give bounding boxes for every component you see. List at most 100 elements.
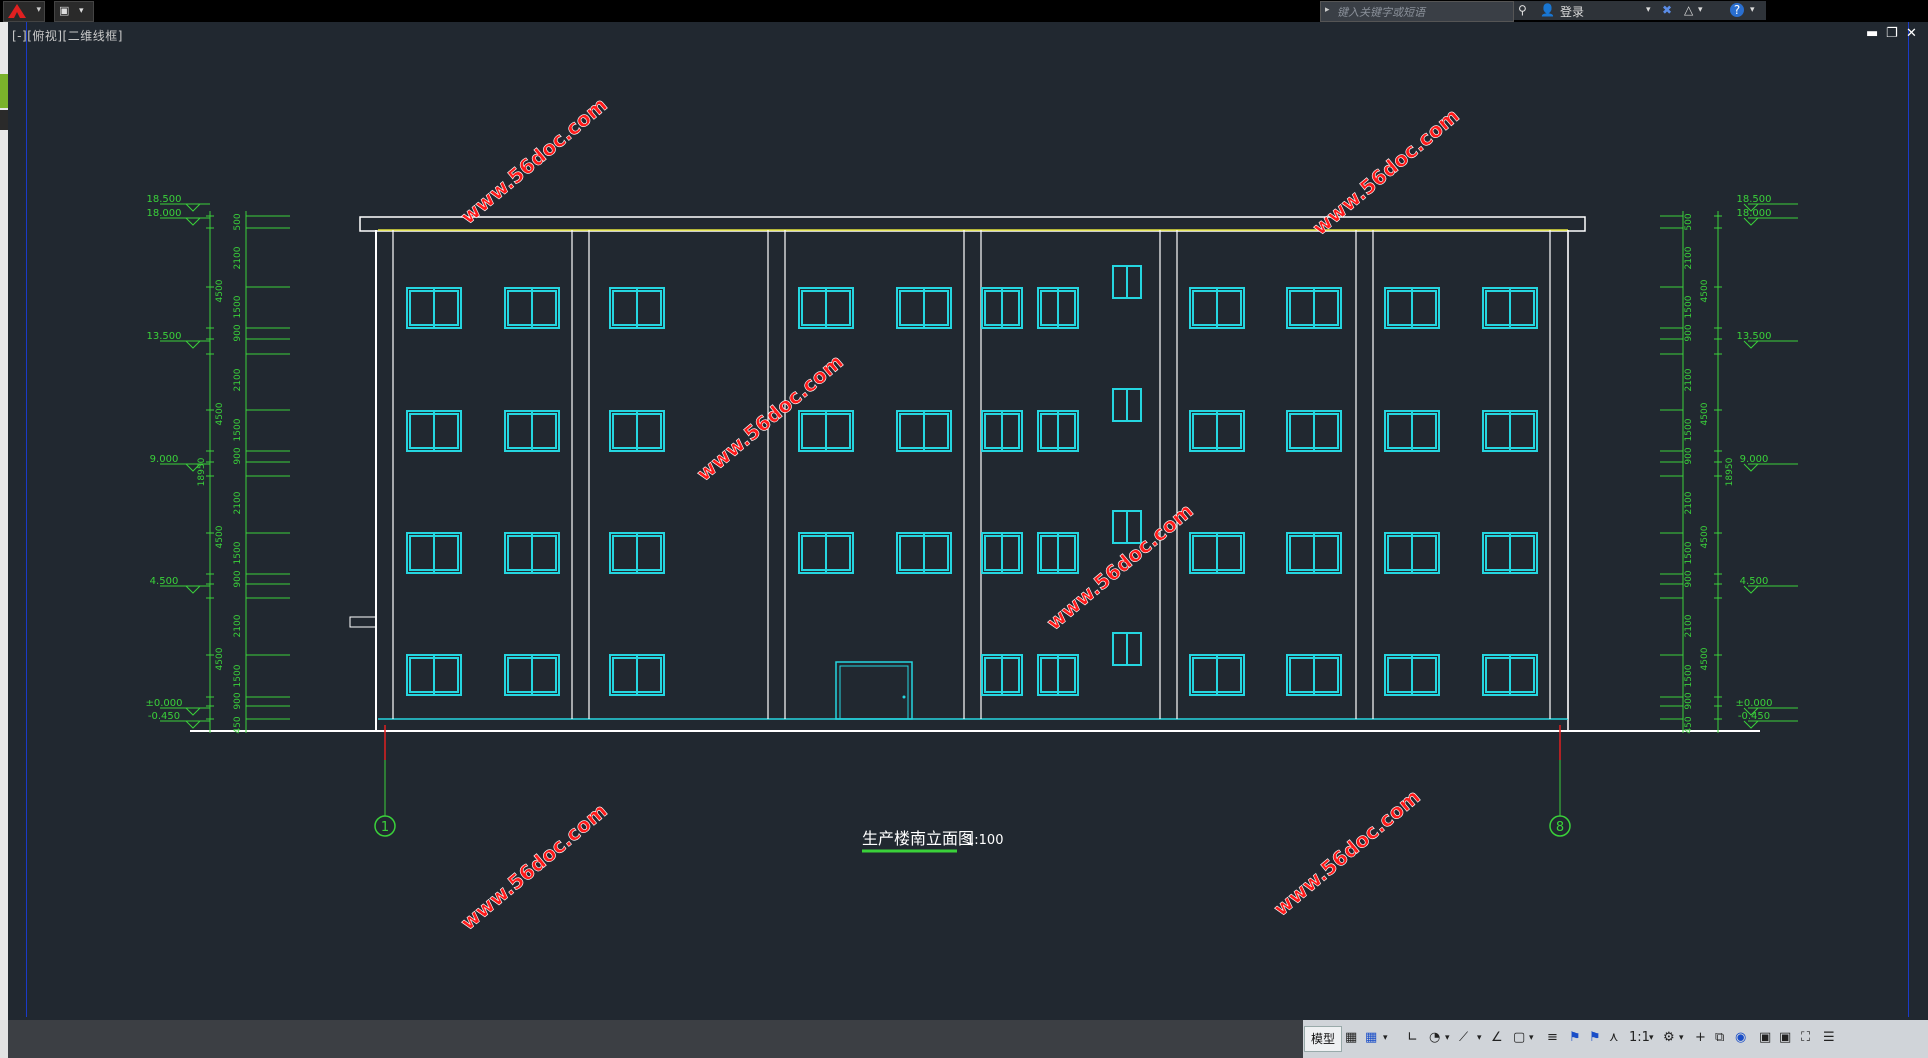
isodraft-icon[interactable]: ⟋ (1459, 1030, 1468, 1045)
watermarks: www.56doc.com www.56doc.com www.56doc.com w… (455, 92, 1464, 935)
chevron-down-icon[interactable]: ▾ (1383, 1033, 1388, 1043)
dimension-text: 2100 (233, 368, 243, 391)
polar-icon[interactable]: ◔ (1429, 1030, 1440, 1045)
elevation-label: 18.000 (147, 208, 182, 219)
elevation-triangle (1743, 720, 1759, 729)
dimension-text: 4500 (1700, 525, 1710, 548)
dimension-text: 2100 (233, 246, 243, 269)
watermark-text: www.56doc.com (1269, 784, 1425, 920)
dimension-text: 500 (1684, 213, 1694, 230)
workspace-gear-icon[interactable]: ⚙ (1663, 1030, 1675, 1045)
watermark-text: www.56doc.com (456, 92, 612, 228)
dimension-left: 18.500 18.000 13.500 9.000 4.500 ±0.000 -0.450… (145, 194, 290, 734)
snap-icon[interactable]: ▦ (1365, 1030, 1377, 1045)
dimension-text: 2100 (1684, 368, 1694, 391)
elevation-triangle (185, 585, 201, 594)
dimension-text: 4500 (215, 402, 225, 425)
elevation-triangle (1743, 585, 1759, 594)
elevation-triangle (185, 707, 201, 716)
elevation-label: 18.500 (147, 194, 182, 205)
chevron-down-icon[interactable]: ▾ (1529, 1033, 1534, 1043)
chevron-down-icon[interactable]: ▾ (1445, 1033, 1450, 1043)
elevation-triangle (1743, 217, 1759, 226)
dimension-text: 900 (233, 447, 243, 464)
units-icon[interactable]: ⧉ (1715, 1030, 1724, 1045)
status-bar: 模型 ▦ ▦ ▾ ∟ ◔ ▾ ⟋ ▾ ∠ ▢ ▾ ≡ ⚑ ⚑ ⋏ 1:1 ▾ ⚙… (0, 1020, 1928, 1058)
annotation-scale-icon[interactable]: ⋏ (1609, 1030, 1619, 1045)
elevation-label: 4.500 (1740, 576, 1769, 587)
elevation-label: 13.500 (1737, 331, 1772, 342)
door-handle (902, 695, 906, 699)
dimension-text: 2100 (233, 491, 243, 514)
status-toggles: 模型 ▦ ▦ ▾ ∟ ◔ ▾ ⟋ ▾ ∠ ▢ ▾ ≡ ⚑ ⚑ ⋏ 1:1 ▾ ⚙… (1303, 1020, 1928, 1058)
dimension-text: 4500 (1700, 647, 1710, 670)
watermark-text: www.56doc.com (1308, 103, 1464, 239)
dimension-right: 18.500 18.000 13.500 9.000 4.500 ±0.000 -0.450… (1660, 194, 1798, 734)
elevation-label: 13.500 (147, 331, 182, 342)
dimension-text: 900 (1684, 692, 1694, 709)
elevation-label: ±0.000 (1735, 698, 1772, 709)
dimension-text: 900 (1684, 570, 1694, 587)
dimension-text: 500 (233, 213, 243, 230)
main-door-frame (839, 665, 909, 720)
elevation-triangle (1743, 340, 1759, 349)
windows (406, 265, 1538, 696)
annotation-scale-value[interactable]: 1:1 (1629, 1030, 1650, 1045)
chevron-down-icon[interactable]: ▾ (1649, 1033, 1654, 1043)
dimension-text: 4500 (1700, 279, 1710, 302)
lineweight-icon[interactable]: ≡ (1547, 1030, 1558, 1045)
dimension-text: 2100 (1684, 491, 1694, 514)
chevron-down-icon[interactable]: ▾ (1477, 1033, 1482, 1043)
watermark-text: www.56doc.com (692, 349, 848, 485)
dimension-text: 900 (1684, 447, 1694, 464)
dimension-text: 4500 (215, 279, 225, 302)
dimension-text: 450 (1684, 716, 1694, 733)
elevation-label: ±0.000 (145, 698, 182, 709)
dimension-text: 900 (1684, 324, 1694, 341)
elevation-label: 9.000 (1740, 454, 1769, 465)
roof-parapet (359, 216, 1586, 232)
elevation-triangle (185, 203, 201, 212)
command-area[interactable] (8, 1020, 1303, 1058)
elevation-label: 18.000 (1737, 208, 1772, 219)
elevation-triangle (185, 720, 201, 729)
ortho-icon[interactable]: ∟ (1407, 1030, 1418, 1045)
clean-screen-icon[interactable]: ▣ (1779, 1030, 1791, 1045)
hardware-acceleration-icon[interactable]: ▣ (1759, 1030, 1771, 1045)
dimension-text: 1500 (1684, 541, 1694, 564)
elevation-triangle (1743, 463, 1759, 472)
fullscreen-icon[interactable]: ⛶ (1801, 1030, 1810, 1045)
dimension-text: 2100 (1684, 246, 1694, 269)
canopy-stub (349, 616, 377, 628)
axis-label-right: 8 (1556, 820, 1564, 835)
chevron-down-icon[interactable]: ▾ (1679, 1033, 1684, 1043)
dimension-text: 2100 (1684, 614, 1694, 637)
dimension-total: 18950 (197, 457, 207, 486)
drawing-scale: 1:100 (966, 833, 1003, 848)
dimension-text: 2100 (233, 614, 243, 637)
plus-icon[interactable]: + (1695, 1030, 1706, 1045)
grid-icon[interactable]: ▦ (1345, 1030, 1357, 1045)
osnap-tracking-icon[interactable]: ∠ (1491, 1030, 1503, 1045)
dimension-text: 1500 (233, 664, 243, 687)
isolate-icon[interactable]: ◉ (1735, 1030, 1746, 1045)
annotation-visibility-icon[interactable]: ⚑ (1569, 1030, 1581, 1045)
elevation-triangle (185, 340, 201, 349)
customize-menu-icon[interactable]: ☰ (1823, 1030, 1835, 1045)
dimension-text: 1500 (1684, 418, 1694, 441)
dimension-text: 4500 (215, 525, 225, 548)
axis-label-left: 1 (381, 820, 389, 835)
dimension-text: 1500 (1684, 295, 1694, 318)
elevation-triangle (185, 217, 201, 226)
main-door (835, 661, 913, 720)
osnap-icon[interactable]: ▢ (1513, 1030, 1525, 1045)
dimension-text: 900 (233, 692, 243, 709)
elevation-label: -0.450 (148, 711, 180, 722)
dimension-total: 18950 (1725, 457, 1735, 486)
dimension-text: 4500 (1700, 402, 1710, 425)
pilasters (375, 230, 1569, 719)
watermark-text: www.56doc.com (456, 798, 612, 934)
autoscale-icon[interactable]: ⚑ (1589, 1030, 1601, 1045)
model-tab[interactable]: 模型 (1304, 1026, 1342, 1052)
dimension-text: 1500 (233, 295, 243, 318)
